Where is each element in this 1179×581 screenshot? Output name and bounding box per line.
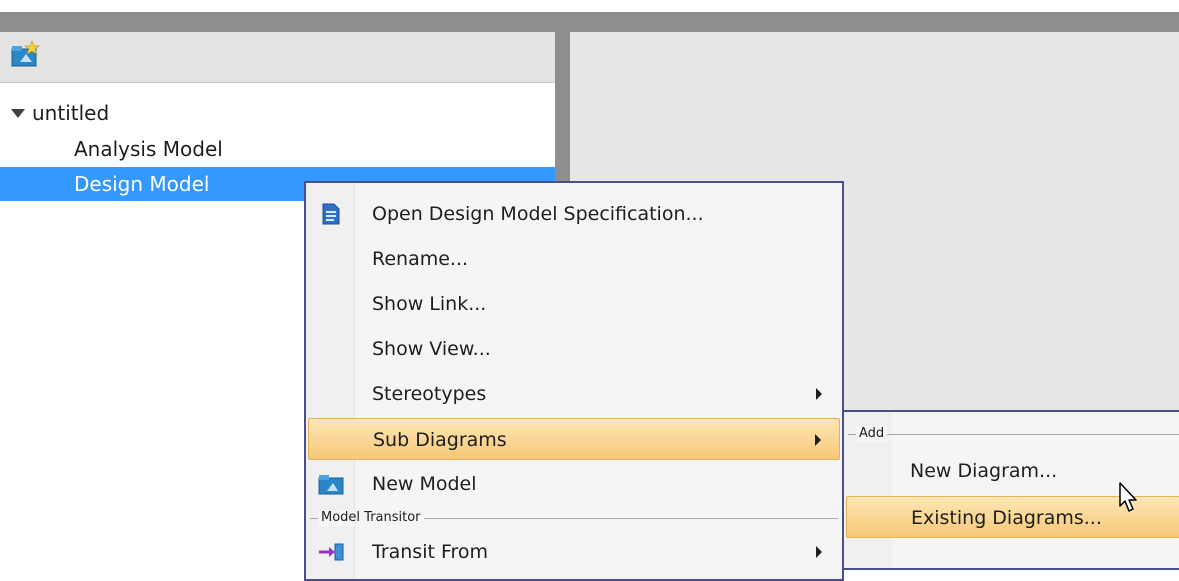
menu-item-new-model[interactable]: New Model bbox=[308, 463, 840, 505]
tree-item-label: Analysis Model bbox=[74, 137, 223, 161]
menu-item-label: Show Link... bbox=[372, 293, 487, 315]
spec-document-icon bbox=[322, 203, 340, 225]
menu-item-transit-from[interactable]: Transit From bbox=[308, 531, 840, 573]
model-icon bbox=[318, 475, 344, 495]
menu-item-label: New Diagram... bbox=[910, 460, 1058, 482]
menu-section-label: Model Transitor bbox=[318, 510, 424, 526]
new-model-toolbar-button[interactable] bbox=[10, 40, 41, 70]
tree-item-label: Design Model bbox=[74, 172, 210, 196]
submenu-arrow-icon bbox=[815, 434, 821, 446]
menu-item-label: Rename... bbox=[372, 248, 469, 270]
expand-triangle-icon[interactable] bbox=[10, 106, 26, 122]
tree-toolbar bbox=[0, 32, 555, 83]
menu-item-label: Transit From bbox=[372, 541, 489, 563]
submenu-arrow-icon bbox=[816, 388, 822, 400]
menu-item-open-specification[interactable]: Open Design Model Specification... bbox=[308, 193, 840, 235]
new-model-star-icon bbox=[11, 40, 41, 67]
tree-item-design-model[interactable]: Design Model bbox=[74, 169, 209, 199]
submenu-arrow-icon bbox=[816, 546, 822, 558]
title-strip bbox=[0, 12, 1179, 32]
menu-section-label: Add bbox=[856, 426, 888, 442]
menu-item-label: Stereotypes bbox=[372, 383, 487, 405]
context-menu: Open Design Model Specification... Renam… bbox=[304, 181, 844, 581]
menu-item-label: Sub Diagrams bbox=[373, 429, 507, 451]
menu-item-label: Open Design Model Specification... bbox=[372, 203, 704, 225]
menu-item-label: New Model bbox=[372, 473, 477, 495]
menu-item-show-link[interactable]: Show Link... bbox=[308, 283, 840, 325]
menu-item-rename[interactable]: Rename... bbox=[308, 238, 840, 280]
menu-item-label: Existing Diagrams... bbox=[911, 507, 1102, 529]
tree-root-label: untitled bbox=[32, 101, 110, 125]
mouse-cursor-icon bbox=[1119, 482, 1137, 512]
menu-item-stereotypes[interactable]: Stereotypes bbox=[308, 373, 840, 415]
transit-icon bbox=[319, 543, 344, 561]
menu-separator-line bbox=[848, 434, 1179, 435]
menu-item-sub-diagrams[interactable]: Sub Diagrams bbox=[308, 418, 840, 460]
window-top-margin bbox=[0, 0, 1179, 12]
menu-item-label: Show View... bbox=[372, 338, 491, 360]
tree-item-analysis-model[interactable]: Analysis Model bbox=[74, 134, 223, 164]
menu-item-show-view[interactable]: Show View... bbox=[308, 328, 840, 370]
